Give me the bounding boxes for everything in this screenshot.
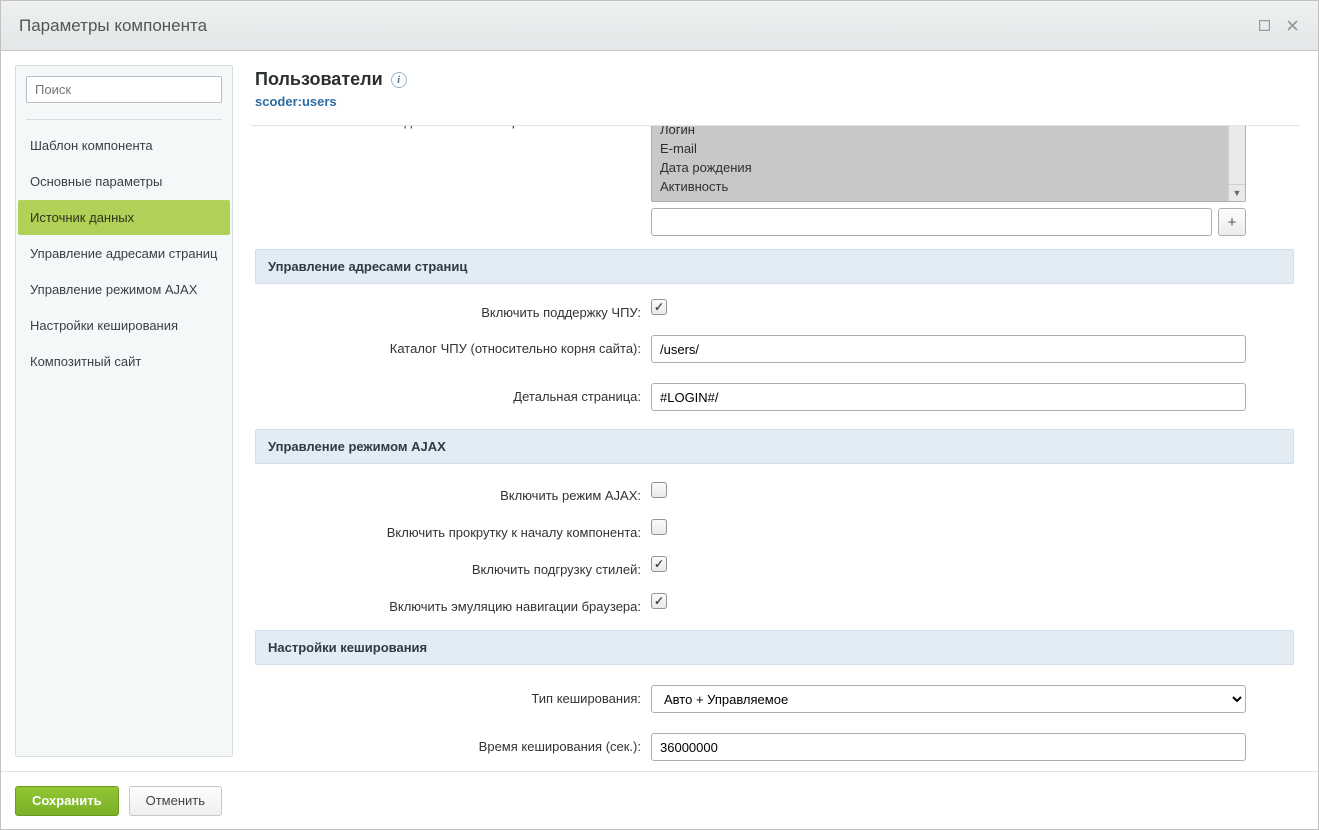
section-ajax: Управление режимом AJAX — [255, 429, 1294, 464]
list-item[interactable]: E-mail — [652, 139, 1245, 158]
cancel-button[interactable]: Отменить — [129, 786, 222, 816]
search-input[interactable] — [26, 76, 222, 103]
list-item[interactable]: Активность — [652, 177, 1245, 196]
sidebar-item-data-source[interactable]: Источник данных — [18, 200, 230, 235]
fields-listbox[interactable]: Отчество Логин E-mail Дата рождения Акти… — [651, 126, 1246, 202]
close-icon[interactable] — [1284, 18, 1300, 34]
sef-enable-checkbox[interactable] — [651, 299, 667, 315]
ajax-mode-label: Включить режим AJAX: — [251, 482, 651, 503]
sidebar-item-composite[interactable]: Композитный сайт — [18, 344, 230, 379]
sef-detail-label: Детальная страница: — [251, 383, 651, 404]
dialog-window: Параметры компонента Шаблон компонента О… — [0, 0, 1319, 830]
window-title: Параметры компонента — [19, 16, 207, 36]
listbox-scrollbar[interactable]: ▲ ▼ — [1228, 126, 1245, 201]
titlebar: Параметры компонента — [1, 1, 1318, 51]
fields-list-label: Выводимые поля на карточке пользователя: — [251, 126, 651, 129]
ajax-style-label: Включить подгрузку стилей: — [251, 556, 651, 577]
params-scroll[interactable]: Выводимые поля на карточке пользователя:… — [251, 126, 1310, 771]
ajax-history-checkbox[interactable] — [651, 593, 667, 609]
scroll-down-icon[interactable]: ▼ — [1229, 184, 1245, 201]
ajax-style-checkbox[interactable] — [651, 556, 667, 572]
info-icon[interactable]: i — [391, 72, 407, 88]
sef-folder-label: Каталог ЧПУ (относительно корня сайта): — [251, 335, 651, 356]
sidebar-item-main-params[interactable]: Основные параметры — [18, 164, 230, 199]
add-field-input[interactable] — [651, 208, 1212, 236]
ajax-mode-checkbox[interactable] — [651, 482, 667, 498]
add-field-button[interactable]: + — [1218, 208, 1246, 236]
main-panel: Пользователи i scoder:users Выводимые по… — [247, 51, 1318, 771]
cache-time-input[interactable] — [651, 733, 1246, 761]
ajax-scroll-label: Включить прокрутку к началу компонента: — [251, 519, 651, 540]
sidebar-nav: Шаблон компонента Основные параметры Ист… — [16, 126, 232, 382]
save-button[interactable]: Сохранить — [15, 786, 119, 816]
sef-folder-input[interactable] — [651, 335, 1246, 363]
dialog-footer: Сохранить Отменить — [1, 771, 1318, 829]
page-title: Пользователи — [255, 69, 383, 90]
section-sef: Управление адресами страниц — [255, 249, 1294, 284]
list-item[interactable]: Логин — [652, 126, 1245, 139]
maximize-icon[interactable] — [1256, 18, 1272, 34]
cache-type-label: Тип кеширования: — [251, 685, 651, 706]
sidebar-item-template[interactable]: Шаблон компонента — [18, 128, 230, 163]
ajax-history-label: Включить эмуляцию навигации браузера: — [251, 593, 651, 614]
sidebar-item-cache[interactable]: Настройки кеширования — [18, 308, 230, 343]
sef-enable-label: Включить поддержку ЧПУ: — [251, 299, 651, 320]
cache-type-select[interactable]: Авто + Управляемое — [651, 685, 1246, 713]
sidebar: Шаблон компонента Основные параметры Ист… — [1, 51, 247, 771]
list-item[interactable]: Дата рождения — [652, 158, 1245, 177]
section-cache: Настройки кеширования — [255, 630, 1294, 665]
sidebar-item-sef[interactable]: Управление адресами страниц — [18, 236, 230, 271]
sef-detail-input[interactable] — [651, 383, 1246, 411]
ajax-scroll-checkbox[interactable] — [651, 519, 667, 535]
component-id: scoder:users — [255, 94, 1310, 109]
sidebar-item-ajax[interactable]: Управление режимом AJAX — [18, 272, 230, 307]
cache-time-label: Время кеширования (сек.): — [251, 733, 651, 754]
